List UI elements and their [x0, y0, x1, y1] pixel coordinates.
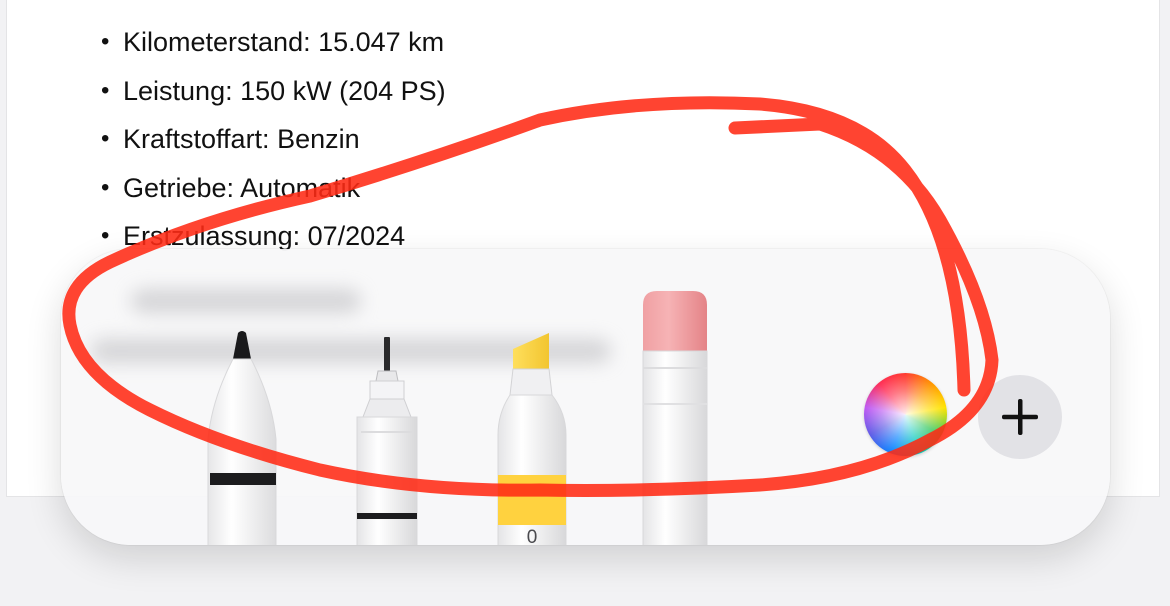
markup-screen: • Kilometerstand: 15.047 km • Leistung: 15…	[0, 0, 1170, 606]
bullet: •	[101, 76, 110, 104]
spec-power-text: Leistung: 150 kW (204 PS)	[123, 75, 446, 106]
bullet: •	[101, 28, 110, 55]
fineliner-icon	[356, 337, 418, 545]
spec-mileage-text: Kilometerstand: 15.047 km	[123, 27, 445, 57]
pen-icon	[207, 331, 277, 545]
eraser-icon	[642, 291, 708, 545]
spec-fuel-type: • Kraftstoffart: Benzin	[99, 119, 446, 168]
color-wheel-icon[interactable]	[864, 373, 947, 456]
add-button[interactable]	[978, 375, 1062, 459]
spec-power: • Leistung: 150 kW (204 PS)	[99, 71, 446, 120]
bullet: •	[101, 173, 110, 201]
highlighter-width-label: 0	[526, 527, 538, 545]
fineliner-tool[interactable]	[351, 337, 423, 545]
pen-tool[interactable]	[204, 329, 280, 545]
vehicle-spec-list: • Kilometerstand: 15.047 km • Leistung: 15…	[99, 22, 446, 265]
spec-fuel-type-text: Kraftstoffart: Benzin	[123, 124, 360, 154]
spec-mileage: • Kilometerstand: 15.047 km	[99, 22, 446, 71]
highlighter-tool[interactable]: 0	[496, 331, 568, 545]
bullet: •	[101, 125, 110, 152]
spec-transmission-text: Getriebe: Automatik	[123, 172, 361, 203]
markup-tool-palette: 0	[61, 249, 1110, 545]
spec-transmission: • Getriebe: Automatik	[99, 168, 446, 217]
spec-first-registration-text: Erstzulassung: 07/2024	[123, 221, 406, 251]
plus-icon	[1002, 399, 1038, 435]
highlighter-icon	[497, 333, 567, 545]
bullet: •	[101, 222, 110, 249]
eraser-tool[interactable]	[641, 291, 709, 545]
